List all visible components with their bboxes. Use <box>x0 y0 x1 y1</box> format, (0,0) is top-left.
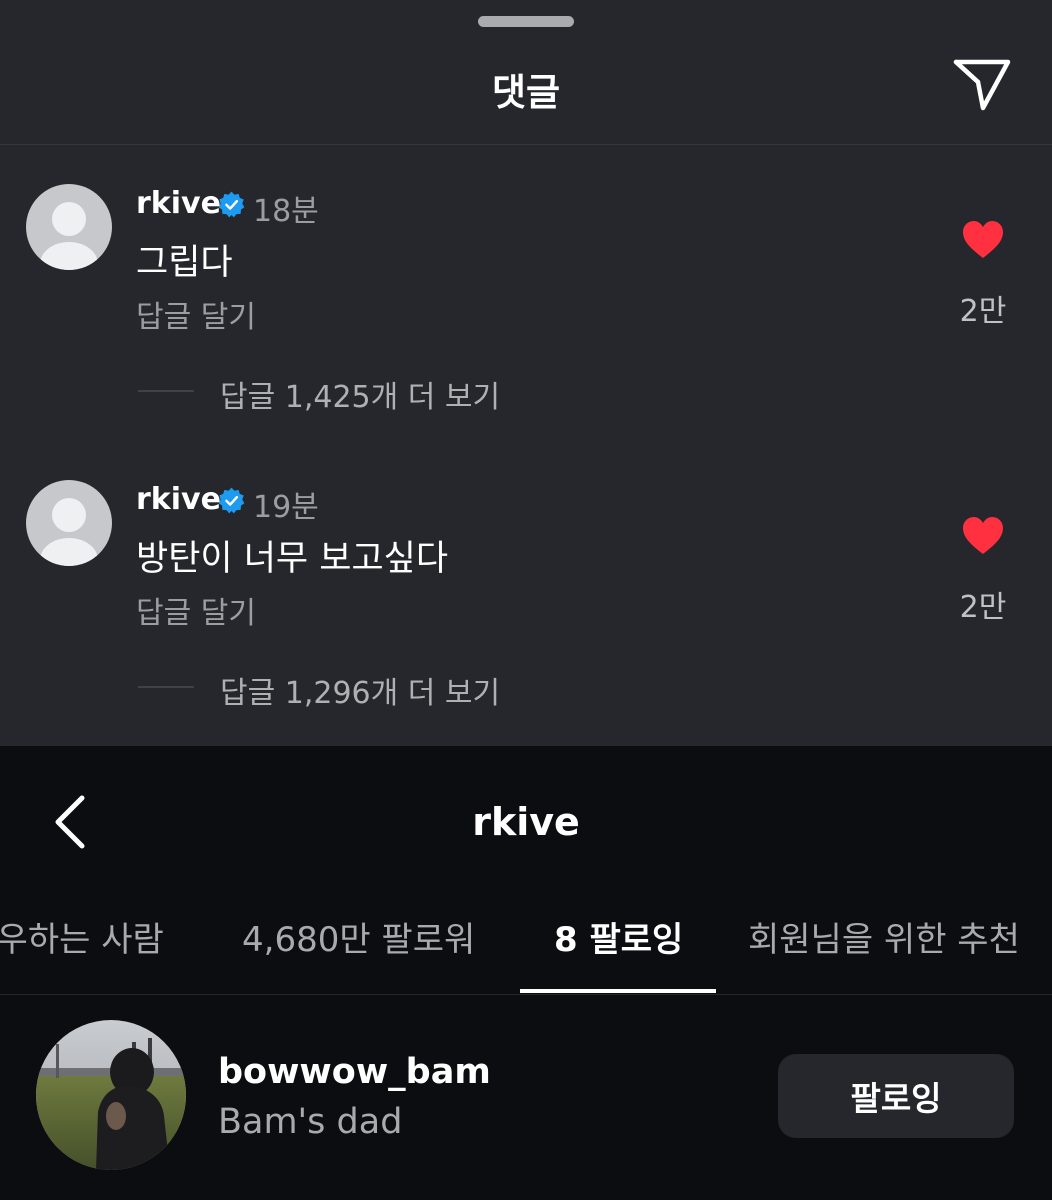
sheet-title: 댓글 <box>491 71 561 114</box>
sheet-divider <box>0 144 1052 145</box>
tab-mutual-following[interactable]: 팔로우하는 사람 <box>0 912 164 961</box>
like-count: 2만 <box>959 590 1007 625</box>
comments-sheet: 댓글 rkive 18분 그립다 답글 달기 2만 답글 1,425개 더 보기… <box>0 0 1052 746</box>
replies-divider-line <box>138 686 194 688</box>
verified-badge-icon <box>218 487 245 514</box>
verified-badge-icon <box>218 191 245 218</box>
active-tab-indicator <box>520 989 716 993</box>
replies-divider-line <box>138 390 194 392</box>
view-replies-button[interactable]: 답글 1,425개 더 보기 <box>220 372 500 416</box>
comment-username[interactable]: rkive <box>136 482 221 517</box>
following-button[interactable]: 팔로잉 <box>778 1054 1014 1138</box>
comment-text: 그립다 <box>136 243 233 283</box>
comment-item: rkive 18분 그립다 답글 달기 2만 답글 1,425개 더 보기 <box>0 184 1052 434</box>
reply-button[interactable]: 답글 달기 <box>136 292 256 336</box>
comment-time: 18분 <box>253 194 319 229</box>
avatar[interactable] <box>26 184 112 270</box>
tabs-divider <box>0 994 1052 995</box>
avatar[interactable] <box>36 1020 186 1170</box>
heart-icon[interactable] <box>962 220 1004 260</box>
following-subtitle: Bam's dad <box>218 1102 403 1142</box>
share-icon[interactable] <box>952 56 1012 114</box>
following-list-item[interactable]: bowwow_bam Bam's dad 팔로잉 <box>0 1020 1052 1170</box>
reply-button[interactable]: 답글 달기 <box>136 588 256 632</box>
sheet-drag-handle[interactable] <box>478 16 574 27</box>
view-replies-button[interactable]: 답글 1,296개 더 보기 <box>220 668 500 712</box>
comment-time: 19분 <box>253 490 319 525</box>
tab-following[interactable]: 8 팔로잉 <box>554 912 683 961</box>
profile-title: rkive <box>472 800 580 844</box>
comment-text: 방탄이 너무 보고싶다 <box>136 539 449 579</box>
tab-followers[interactable]: 4,680만 팔로워 <box>242 912 475 961</box>
comment-item: rkive 19분 방탄이 너무 보고싶다 답글 달기 2만 답글 1,296개… <box>0 480 1052 730</box>
follow-tabs: 팔로우하는 사람 4,680만 팔로워 8 팔로잉 회원님을 위한 추천 <box>0 912 1052 972</box>
heart-icon[interactable] <box>962 516 1004 556</box>
following-username[interactable]: bowwow_bam <box>218 1052 491 1092</box>
avatar[interactable] <box>26 480 112 566</box>
app-screen: 댓글 rkive 18분 그립다 답글 달기 2만 답글 1,425개 더 보기… <box>0 0 1052 1200</box>
like-count: 2만 <box>959 294 1007 329</box>
tab-suggested[interactable]: 회원님을 위한 추천 <box>748 912 1020 961</box>
comment-username[interactable]: rkive <box>136 186 221 221</box>
